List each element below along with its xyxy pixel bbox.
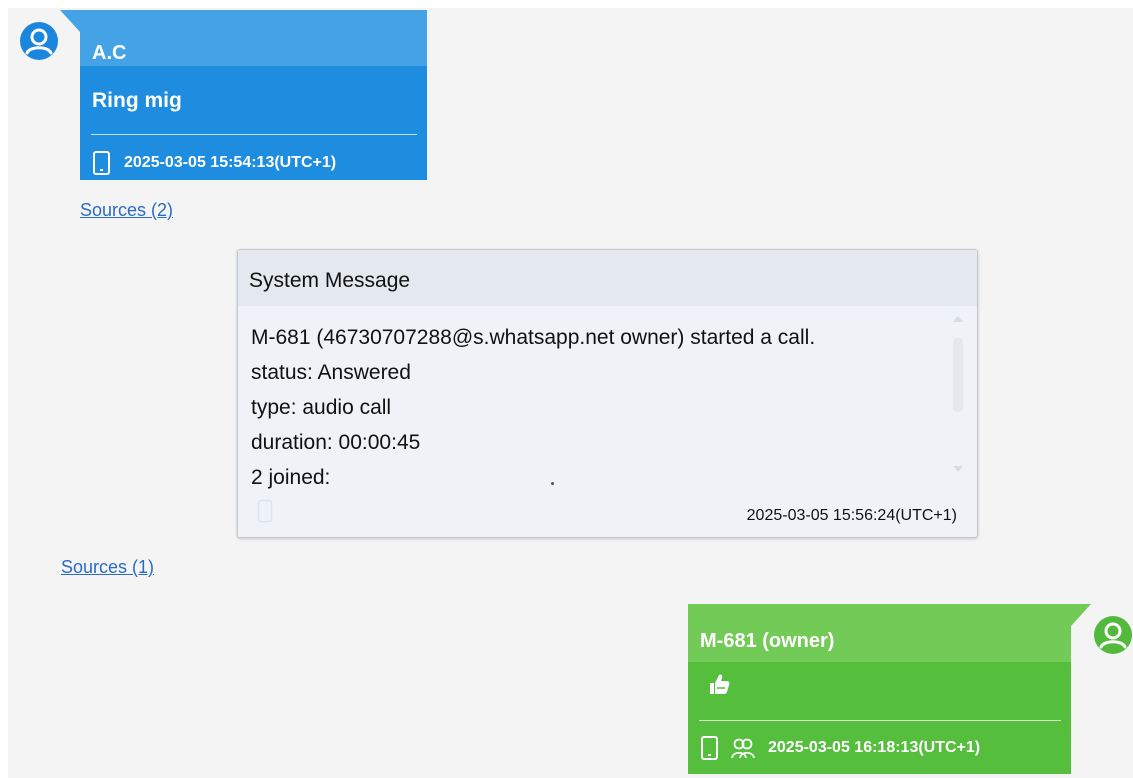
- call-joined-line: 2 joined:: [251, 466, 331, 489]
- message-divider: [699, 720, 1061, 721]
- system-message-card: System Message M-681 (46730707288@s.what…: [237, 249, 978, 538]
- sources-link[interactable]: Sources (2): [80, 200, 173, 221]
- call-type-line: type: audio call: [251, 396, 392, 419]
- message-bubble-incoming: A.C Ring mig 2025-03-05 15:54:13(UTC+1): [60, 10, 427, 180]
- scroll-up-arrow-icon[interactable]: [953, 316, 963, 322]
- sources-link[interactable]: Sources (1): [61, 557, 154, 578]
- phone-icon: [700, 735, 720, 761]
- call-status-line: status: Answered: [251, 361, 411, 384]
- system-message-body: M-681 (46730707288@s.whatsapp.net owner)…: [251, 320, 815, 495]
- scroll-down-arrow-icon[interactable]: [953, 466, 963, 472]
- scroll-thumb[interactable]: [953, 338, 963, 412]
- group-users-icon: [730, 736, 756, 760]
- message-sender: M-681 (owner): [700, 630, 835, 652]
- system-message-scrollbar[interactable]: [950, 312, 966, 476]
- message-timestamp: 2025-03-05 15:54:13(UTC+1): [124, 154, 337, 171]
- phone-icon: [92, 150, 112, 176]
- message-timestamp: 2025-03-05 16:18:13(UTC+1): [768, 739, 981, 756]
- message-bubble-outgoing: M-681 (owner) 2025-03-05 16:18:13(UTC+1): [688, 604, 1091, 774]
- message-sender: A.C: [92, 42, 127, 64]
- user-avatar-icon: [20, 22, 58, 60]
- call-started-line: M-681 (46730707288@s.whatsapp.net owner)…: [251, 326, 816, 349]
- owner-avatar-icon: [1094, 616, 1132, 654]
- message-divider: [91, 134, 417, 135]
- phone-icon: [257, 499, 273, 523]
- thumbs-up-icon: [706, 671, 732, 697]
- message-text: Ring mig: [92, 89, 182, 112]
- call-duration-line: duration: 00:00:45: [251, 431, 421, 454]
- system-message-title: System Message: [249, 269, 411, 292]
- system-message-timestamp: 2025-03-05 15:56:24(UTC+1): [746, 507, 957, 524]
